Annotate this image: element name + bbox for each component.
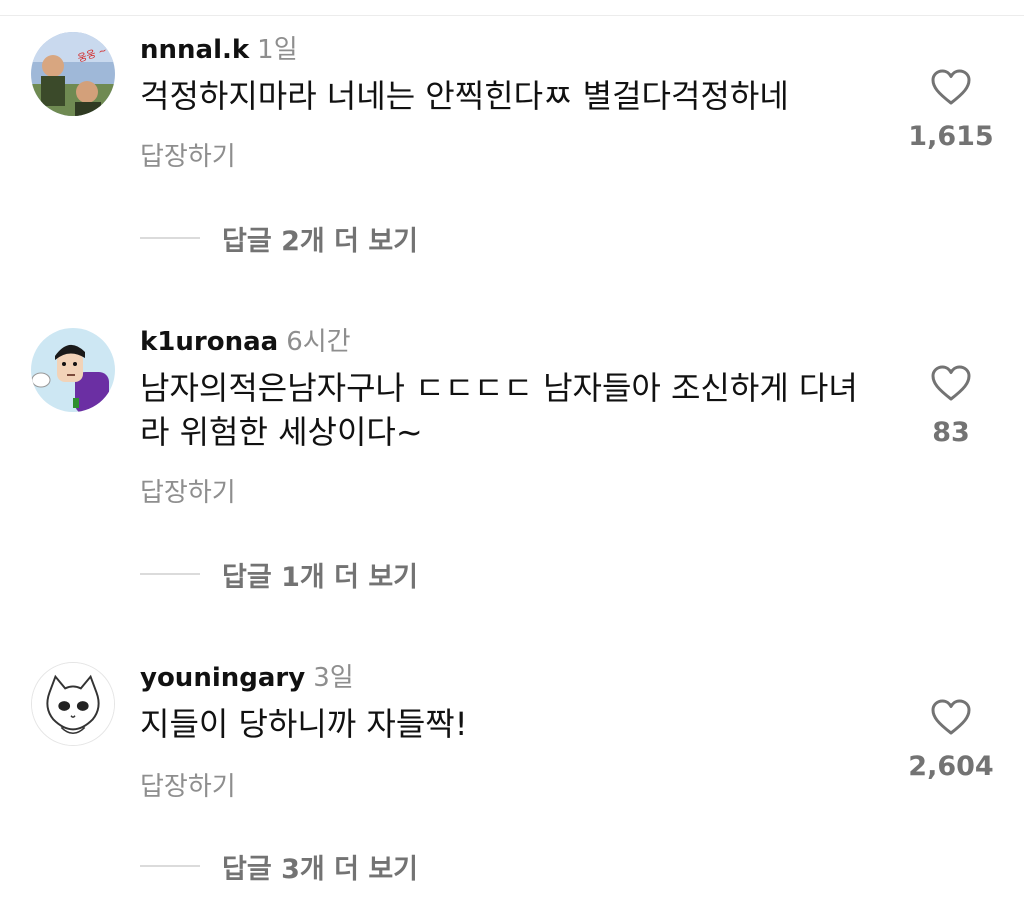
comment-time: 1일 bbox=[257, 35, 298, 65]
comment-text: 남자의적은남자구나 ㄷㄷㄷㄷ 남자들아 조신하게 다녀라 위험한 세상이다~ bbox=[140, 369, 858, 451]
comment-time: 3일 bbox=[313, 663, 354, 693]
comment-time: 6시간 bbox=[286, 327, 351, 357]
replies-divider-line bbox=[140, 573, 200, 575]
view-replies-button[interactable]: 답글 1개 더 보기 bbox=[140, 556, 419, 593]
comment-username[interactable]: nnnal.k bbox=[140, 35, 249, 65]
heart-outline-icon[interactable] bbox=[930, 68, 972, 106]
like-count: 1,615 bbox=[908, 121, 994, 152]
reply-button[interactable]: 답장하기 bbox=[140, 770, 236, 804]
comment-username[interactable]: k1uronaa bbox=[140, 327, 278, 357]
avatar[interactable]: 웅웅 ~ bbox=[31, 32, 115, 116]
comment-header: nnnal.k 1일 bbox=[140, 32, 298, 71]
view-replies-label: 답글 3개 더 보기 bbox=[222, 853, 419, 885]
top-divider bbox=[0, 15, 1024, 16]
view-replies-label: 답글 1개 더 보기 bbox=[222, 561, 419, 593]
replies-divider-line bbox=[140, 237, 200, 239]
replies-divider-line bbox=[140, 865, 200, 867]
comment-header: k1uronaa 6시간 bbox=[140, 324, 351, 363]
comment-text: 지들이 당하니까 자들짝! bbox=[140, 705, 468, 743]
like-control: 2,604 bbox=[900, 698, 1002, 784]
view-replies-button[interactable]: 답글 3개 더 보기 bbox=[140, 848, 419, 885]
like-count: 2,604 bbox=[908, 751, 994, 782]
heart-outline-icon[interactable] bbox=[930, 364, 972, 402]
comment-header: youningary 3일 bbox=[140, 660, 354, 699]
reply-button[interactable]: 답장하기 bbox=[140, 140, 236, 174]
comment-text: 걱정하지마라 너네는 안찍힌다ㅉ 별걸다걱정하네 bbox=[140, 77, 789, 115]
avatar[interactable] bbox=[31, 662, 115, 746]
heart-outline-icon[interactable] bbox=[930, 698, 972, 736]
comment-username[interactable]: youningary bbox=[140, 663, 305, 693]
like-control: 83 bbox=[900, 364, 1002, 450]
view-replies-label: 답글 2개 더 보기 bbox=[222, 225, 419, 257]
avatar[interactable] bbox=[31, 328, 115, 412]
like-control: 1,615 bbox=[900, 68, 1002, 154]
reply-button[interactable]: 답장하기 bbox=[140, 476, 236, 510]
like-count: 83 bbox=[932, 417, 970, 448]
view-replies-button[interactable]: 답글 2개 더 보기 bbox=[140, 220, 419, 257]
